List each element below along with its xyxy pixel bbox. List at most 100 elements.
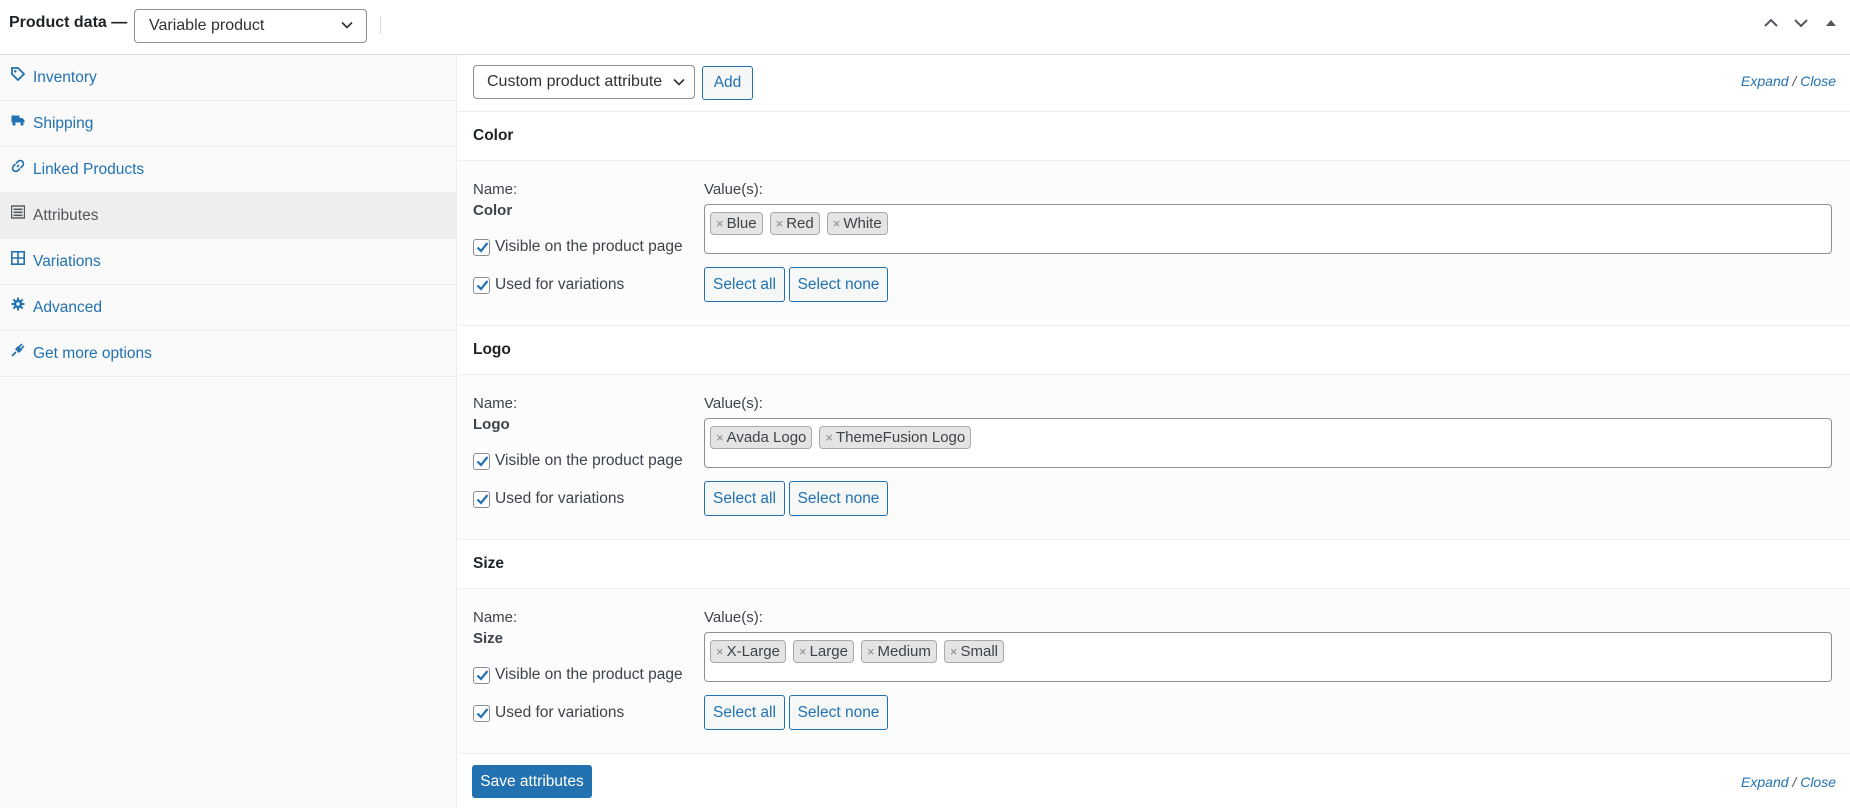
collapse-panel-icon[interactable]: [1822, 14, 1840, 32]
link-icon: [11, 159, 25, 173]
checkbox-checked[interactable]: [473, 666, 490, 684]
attribute-heading[interactable]: Logo: [458, 326, 1850, 375]
values-field[interactable]: × Avada Logo × ThemeFusion Logo: [704, 418, 1832, 468]
select-none-button[interactable]: Select none: [789, 481, 888, 516]
checkmark-icon: [476, 455, 489, 467]
checkmark-icon: [476, 241, 489, 253]
checkbox-checked[interactable]: [473, 704, 490, 722]
expand-link[interactable]: Expand: [1741, 73, 1788, 89]
move-up-icon[interactable]: [1762, 14, 1780, 32]
select-none-button[interactable]: Select none: [789, 695, 888, 730]
value-tag: × Red: [769, 212, 820, 235]
expand-link[interactable]: Expand: [1741, 774, 1788, 790]
visible-label: Visible on the product page: [495, 238, 683, 255]
used-for-variations-checkbox[interactable]: Used for variations: [473, 276, 624, 294]
close-link[interactable]: Close: [1800, 73, 1836, 89]
sidebar-item-advanced[interactable]: Advanced: [0, 285, 456, 331]
sidebar-item-inventory[interactable]: Inventory: [0, 55, 456, 101]
value-tag: × X-Large: [710, 640, 786, 663]
select-all-button[interactable]: Select all: [704, 695, 785, 730]
checkbox-checked[interactable]: [473, 490, 490, 508]
attribute-heading[interactable]: Size: [458, 540, 1850, 589]
product-data-header: Product data — Variable product: [0, 0, 1850, 55]
visible-checkbox[interactable]: Visible on the product page: [473, 666, 683, 684]
checkbox-checked[interactable]: [473, 276, 490, 294]
tag-label: White: [843, 215, 882, 232]
attributes-panel: Custom product attribute Add Expand / Cl…: [458, 55, 1850, 808]
sidebar-item-label: Get more options: [33, 344, 152, 362]
checkbox-checked[interactable]: [473, 452, 490, 470]
link-separator: /: [1788, 73, 1801, 89]
close-link[interactable]: Close: [1800, 774, 1836, 790]
header-divider: [380, 16, 381, 34]
attribute-block-size: Size Name: Size Value(s): Visible on the…: [458, 540, 1850, 754]
sidebar-item-label: Shipping: [33, 114, 94, 132]
select-all-button[interactable]: Select all: [704, 481, 785, 516]
tag-label: Medium: [877, 643, 931, 660]
attribute-block-logo: Logo Name: Logo Value(s): Visible on the…: [458, 326, 1850, 540]
visible-checkbox[interactable]: Visible on the product page: [473, 238, 683, 256]
remove-tag-icon[interactable]: ×: [833, 216, 841, 231]
used-label: Used for variations: [495, 704, 625, 721]
tag-label: Avada Logo: [726, 429, 807, 446]
checkmark-icon: [476, 707, 489, 719]
checkbox-checked[interactable]: [473, 238, 490, 256]
checkmark-icon: [476, 669, 489, 681]
used-for-variations-checkbox[interactable]: Used for variations: [473, 490, 624, 508]
remove-tag-icon[interactable]: ×: [716, 644, 724, 659]
tag-label: Red: [786, 215, 814, 232]
remove-tag-icon[interactable]: ×: [716, 430, 724, 445]
used-for-variations-checkbox[interactable]: Used for variations: [473, 704, 624, 722]
add-attribute-button[interactable]: Add: [702, 66, 753, 100]
plugin-icon: [11, 342, 25, 357]
sidebar-item-variations[interactable]: Variations: [0, 239, 456, 285]
remove-tag-icon[interactable]: ×: [716, 216, 724, 231]
attribute-type-value: Custom product attribute: [487, 73, 663, 90]
remove-tag-icon[interactable]: ×: [825, 430, 833, 445]
sidebar-item-shipping[interactable]: Shipping: [0, 101, 456, 147]
grid-icon: [11, 250, 25, 265]
tag-label: Blue: [726, 215, 757, 232]
sidebar-item-label: Inventory: [33, 68, 97, 86]
select-none-button[interactable]: Select none: [789, 267, 888, 302]
values-label: Value(s):: [704, 395, 763, 412]
remove-tag-icon[interactable]: ×: [799, 644, 807, 659]
link-separator: /: [1788, 774, 1801, 790]
remove-tag-icon[interactable]: ×: [776, 216, 784, 231]
values-field[interactable]: × Blue × Red × White: [704, 204, 1832, 254]
move-down-icon[interactable]: [1792, 14, 1810, 32]
attribute-body: Name: Logo Value(s): Visible on the prod…: [458, 375, 1850, 540]
remove-tag-icon[interactable]: ×: [867, 644, 875, 659]
save-attributes-button[interactable]: Save attributes: [472, 765, 592, 798]
product-type-value: Variable product: [149, 17, 265, 34]
attribute-type-select[interactable]: Custom product attribute: [473, 65, 695, 99]
visible-label: Visible on the product page: [495, 666, 683, 683]
gear-icon: [11, 297, 25, 311]
panel-controls: [1762, 14, 1840, 32]
attribute-body: Name: Color Value(s): Visible on the pro…: [458, 161, 1850, 326]
value-tag: × Small: [943, 640, 1004, 663]
attribute-heading[interactable]: Color: [458, 112, 1850, 161]
value-tag: × ThemeFusion Logo: [819, 426, 972, 449]
tag-label: Small: [960, 643, 998, 660]
sidebar-item-attributes[interactable]: Attributes: [0, 193, 456, 239]
expand-close-links: Expand / Close: [1741, 774, 1836, 790]
checkmark-icon: [476, 493, 489, 505]
attribute-name-value: Color: [473, 202, 513, 219]
attributes-toolbar: Custom product attribute Add Expand / Cl…: [458, 55, 1850, 112]
tag-label: Large: [809, 643, 848, 660]
value-tag: × Blue: [710, 212, 763, 235]
attribute-name-value: Logo: [473, 416, 510, 433]
visible-checkbox[interactable]: Visible on the product page: [473, 452, 683, 470]
values-field[interactable]: × X-Large × Large × Medium × Small: [704, 632, 1832, 682]
product-type-select[interactable]: Variable product: [134, 9, 367, 43]
used-label: Used for variations: [495, 490, 625, 507]
sidebar-item-get-more-options[interactable]: Get more options: [0, 331, 456, 377]
attributes-footer: Save attributes Expand / Close: [458, 754, 1850, 810]
value-tag: × Avada Logo: [710, 426, 813, 449]
attribute-name-value: Size: [473, 630, 504, 647]
sidebar-item-linked-products[interactable]: Linked Products: [0, 147, 456, 193]
select-all-button[interactable]: Select all: [704, 267, 785, 302]
value-tag: × White: [826, 212, 888, 235]
remove-tag-icon[interactable]: ×: [950, 644, 958, 659]
